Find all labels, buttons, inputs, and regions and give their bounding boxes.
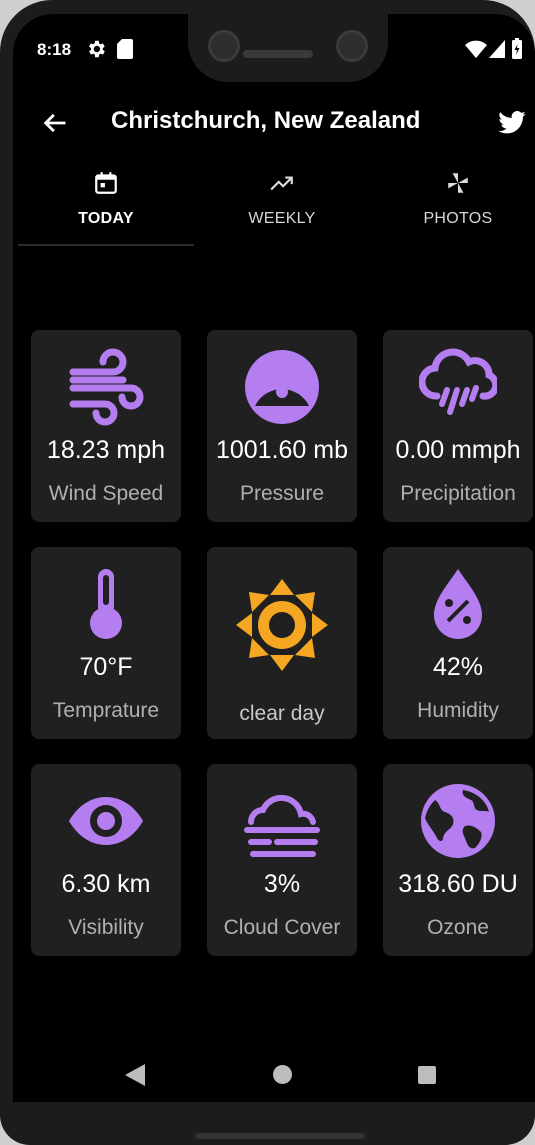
tile-label: Temprature xyxy=(52,699,160,722)
tile-precipitation[interactable]: 0.00 mmph Precipitation xyxy=(383,330,533,522)
tile-value: 1001.60 mb xyxy=(215,436,349,464)
phone-frame: 8:18 Christchurch, New Zealand TODAY WEE… xyxy=(0,0,535,1145)
gear-icon xyxy=(89,40,105,58)
tile-label: clear day xyxy=(239,702,325,725)
calendar-icon xyxy=(95,172,117,194)
tile-value: 42% xyxy=(432,653,484,681)
tile-temperature[interactable]: 70°F Temprature xyxy=(31,547,181,739)
tab-bar: TODAY WEEKLY PHOTOS xyxy=(18,164,535,262)
tab-today[interactable]: TODAY xyxy=(18,164,194,260)
gauge-icon xyxy=(245,350,319,424)
tab-photos[interactable]: PHOTOS xyxy=(370,164,535,260)
tile-pressure[interactable]: 1001.60 mb Pressure xyxy=(207,330,357,522)
tile-value: 70°F xyxy=(79,653,133,681)
tile-value: 18.23 mph xyxy=(46,436,166,464)
tile-humidity[interactable]: 42% Humidity xyxy=(383,547,533,739)
system-nav-bar xyxy=(13,1044,535,1102)
bottom-speaker-grille xyxy=(195,1133,365,1139)
twitter-icon[interactable] xyxy=(497,108,527,138)
tile-ozone[interactable]: 318.60 DU Ozone xyxy=(383,764,533,956)
wifi-icon xyxy=(465,40,487,58)
thermometer-icon xyxy=(90,569,122,639)
tab-weekly[interactable]: WEEKLY xyxy=(194,164,370,260)
nav-back-icon[interactable] xyxy=(125,1064,145,1086)
tile-value: 0.00 mmph xyxy=(395,436,521,464)
status-time: 8:18 xyxy=(37,40,72,59)
tile-visibility[interactable]: 6.30 km Visibility xyxy=(31,764,181,956)
tab-weekly-label: WEEKLY xyxy=(248,210,316,227)
nav-home-icon[interactable] xyxy=(273,1065,292,1084)
tile-label: Wind Speed xyxy=(48,482,164,505)
status-bar: 8:18 xyxy=(13,14,535,86)
rain-cloud-icon xyxy=(419,348,497,415)
tile-label: Ozone xyxy=(427,916,489,939)
tile-value: 3% xyxy=(263,870,301,898)
active-tab-indicator xyxy=(18,244,194,246)
wind-icon xyxy=(69,348,144,426)
page-title: Christchurch, New Zealand xyxy=(111,107,421,134)
signal-icon xyxy=(489,40,505,58)
tile-label: Pressure xyxy=(239,482,325,505)
front-camera-left xyxy=(208,30,240,62)
tile-value: 318.60 DU xyxy=(398,870,518,898)
trending-up-icon xyxy=(270,176,293,191)
globe-icon xyxy=(421,784,495,858)
tab-photos-label: PHOTOS xyxy=(423,210,493,227)
humidity-drop-icon xyxy=(434,569,482,639)
camera-notch xyxy=(188,14,388,82)
tile-label: Precipitation xyxy=(400,482,516,505)
tile-label: Visibility xyxy=(68,916,144,939)
nav-recents-icon[interactable] xyxy=(418,1066,436,1084)
front-camera-right xyxy=(336,30,368,62)
tile-conditions[interactable]: clear day xyxy=(207,547,357,739)
eye-icon xyxy=(69,797,143,845)
pinwheel-icon xyxy=(448,173,468,193)
earpiece-speaker xyxy=(243,50,313,58)
app-screen: 8:18 Christchurch, New Zealand TODAY WEE… xyxy=(13,14,535,1102)
tile-wind-speed[interactable]: 18.23 mph Wind Speed xyxy=(31,330,181,522)
battery-icon xyxy=(512,38,522,59)
sd-card-icon xyxy=(117,39,133,59)
tile-cloud-cover[interactable]: 3% Cloud Cover xyxy=(207,764,357,956)
back-arrow-icon[interactable] xyxy=(41,109,69,137)
sun-icon xyxy=(236,579,328,671)
tile-value: 6.30 km xyxy=(61,870,151,898)
tab-today-label: TODAY xyxy=(78,210,134,227)
app-bar: Christchurch, New Zealand xyxy=(13,94,535,154)
tile-label: Humidity xyxy=(417,699,499,722)
cloud-fog-icon xyxy=(244,794,320,857)
tile-label: Cloud Cover xyxy=(223,916,341,939)
